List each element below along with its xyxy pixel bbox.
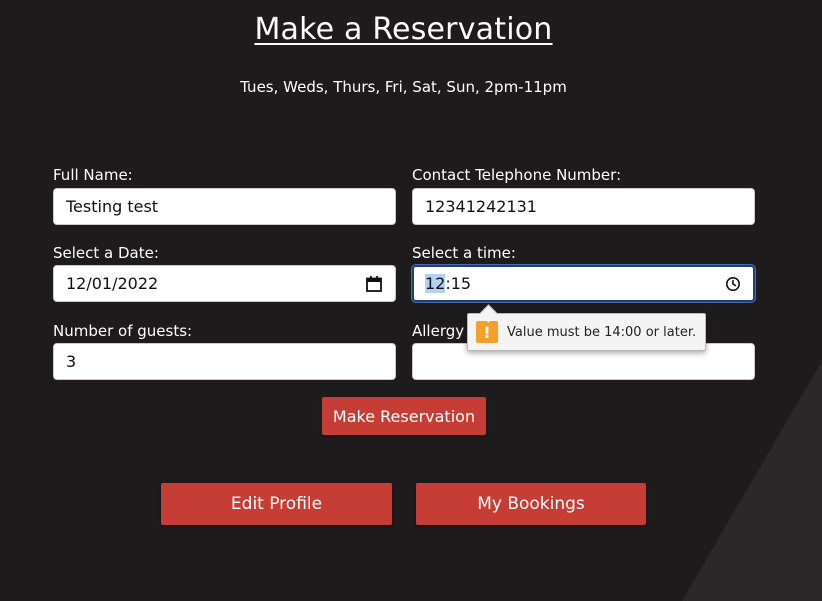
edit-profile-button[interactable]: Edit Profile (161, 483, 392, 525)
phone-value: 12341242131 (425, 197, 537, 216)
make-reservation-button[interactable]: Make Reservation (322, 397, 486, 435)
full-name-input[interactable]: Testing test (53, 188, 396, 225)
background-accent-shape (682, 361, 822, 601)
time-hour-segment[interactable]: 12 (425, 274, 446, 293)
full-name-value: Testing test (66, 197, 159, 216)
page-title: Make a Reservation (254, 12, 553, 47)
calendar-icon[interactable] (365, 275, 383, 293)
time-minute-segment[interactable]: 15 (451, 274, 471, 293)
time-value: 12:15 (425, 274, 724, 293)
opening-hours: Tues, Weds, Thurs, Fri, Sat, Sun, 2pm-11… (240, 78, 567, 96)
date-label: Select a Date: (53, 244, 159, 262)
tooltip-arrow (479, 304, 498, 323)
validation-message: Value must be 14:00 or later. (507, 324, 697, 340)
my-bookings-button[interactable]: My Bookings (416, 483, 646, 525)
phone-label: Contact Telephone Number: (412, 166, 622, 184)
warning-icon: ! (476, 321, 498, 343)
guests-label: Number of guests: (53, 322, 193, 340)
guests-value: 3 (66, 352, 77, 371)
full-name-label: Full Name: (53, 166, 133, 184)
clock-icon[interactable] (724, 275, 742, 293)
date-input[interactable]: 12/01/2022 (53, 265, 396, 302)
guests-input[interactable]: 3 (53, 343, 396, 380)
time-input[interactable]: 12:15 (412, 265, 755, 302)
validation-tooltip: ! Value must be 14:00 or later. (467, 304, 707, 351)
date-value: 12/01/2022 (66, 274, 159, 293)
phone-input[interactable]: 12341242131 (412, 188, 755, 225)
time-label: Select a time: (412, 244, 516, 262)
